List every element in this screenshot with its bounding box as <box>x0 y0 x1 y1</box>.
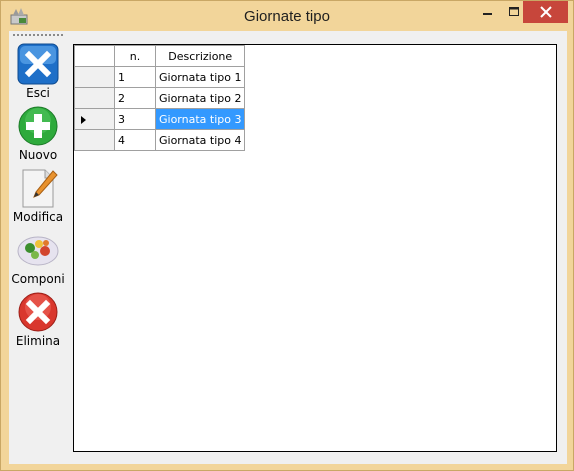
close-button[interactable] <box>523 1 568 23</box>
delete-label: Elimina <box>15 334 61 348</box>
row-header[interactable] <box>74 129 115 151</box>
compose-label: Componi <box>11 272 65 286</box>
title-bar[interactable]: Giornate tipo <box>1 1 573 31</box>
cell-descrizione[interactable]: Giornata tipo 4 <box>154 129 246 151</box>
table-row[interactable]: 2 Giornata tipo 2 <box>74 87 246 109</box>
row-header[interactable] <box>74 66 115 88</box>
grid-header-row: n. Descrizione <box>74 45 246 67</box>
close-icon <box>539 6 552 18</box>
grid-panel: n. Descrizione 1 Giornata tipo 1 2 Giorn… <box>73 44 557 452</box>
column-header-descrizione[interactable]: Descrizione <box>154 45 246 67</box>
current-row-arrow-icon <box>81 115 86 124</box>
cell-n[interactable]: 4 <box>114 129 156 151</box>
exit-label: Esci <box>26 86 50 100</box>
cell-n[interactable]: 3 <box>114 108 156 130</box>
cell-descrizione[interactable]: Giornata tipo 3 <box>154 108 246 130</box>
delete-button[interactable]: Elimina <box>9 291 67 348</box>
column-header-n[interactable]: n. <box>114 45 156 67</box>
data-grid[interactable]: n. Descrizione 1 Giornata tipo 1 2 Giorn… <box>74 45 246 151</box>
maximize-icon <box>508 7 519 16</box>
main-window: Giornate tipo Esci Nuovo Modifica Compon… <box>0 0 574 471</box>
new-button[interactable]: Nuovo <box>9 105 67 162</box>
table-row[interactable]: 1 Giornata tipo 1 <box>74 66 246 88</box>
cell-descrizione[interactable]: Giornata tipo 2 <box>154 87 246 109</box>
plus-icon <box>18 106 58 146</box>
table-row-selected[interactable]: 3 Giornata tipo 3 <box>74 108 246 130</box>
toolbar-grip[interactable] <box>13 34 63 36</box>
compose-button[interactable]: Componi <box>9 229 67 286</box>
new-label: Nuovo <box>18 148 58 162</box>
delete-icon <box>18 292 58 332</box>
minimize-button[interactable] <box>475 1 501 23</box>
edit-label: Modifica <box>12 210 64 224</box>
edit-button[interactable]: Modifica <box>9 167 67 224</box>
row-header[interactable] <box>74 87 115 109</box>
cell-descrizione[interactable]: Giornata tipo 1 <box>154 66 246 88</box>
table-row[interactable]: 4 Giornata tipo 4 <box>74 129 246 151</box>
cell-n[interactable]: 2 <box>114 87 156 109</box>
exit-button[interactable]: Esci <box>9 43 67 100</box>
cell-n[interactable]: 1 <box>114 66 156 88</box>
exit-icon <box>17 43 59 85</box>
client-area: Esci Nuovo Modifica Componi Elimina n. D… <box>9 31 567 464</box>
row-header[interactable] <box>74 108 115 130</box>
corner-header[interactable] <box>74 45 115 67</box>
side-toolbar: Esci Nuovo Modifica Componi Elimina <box>9 31 67 464</box>
minimize-icon <box>483 13 492 15</box>
edit-icon <box>22 169 58 208</box>
food-plate-icon <box>17 236 59 266</box>
